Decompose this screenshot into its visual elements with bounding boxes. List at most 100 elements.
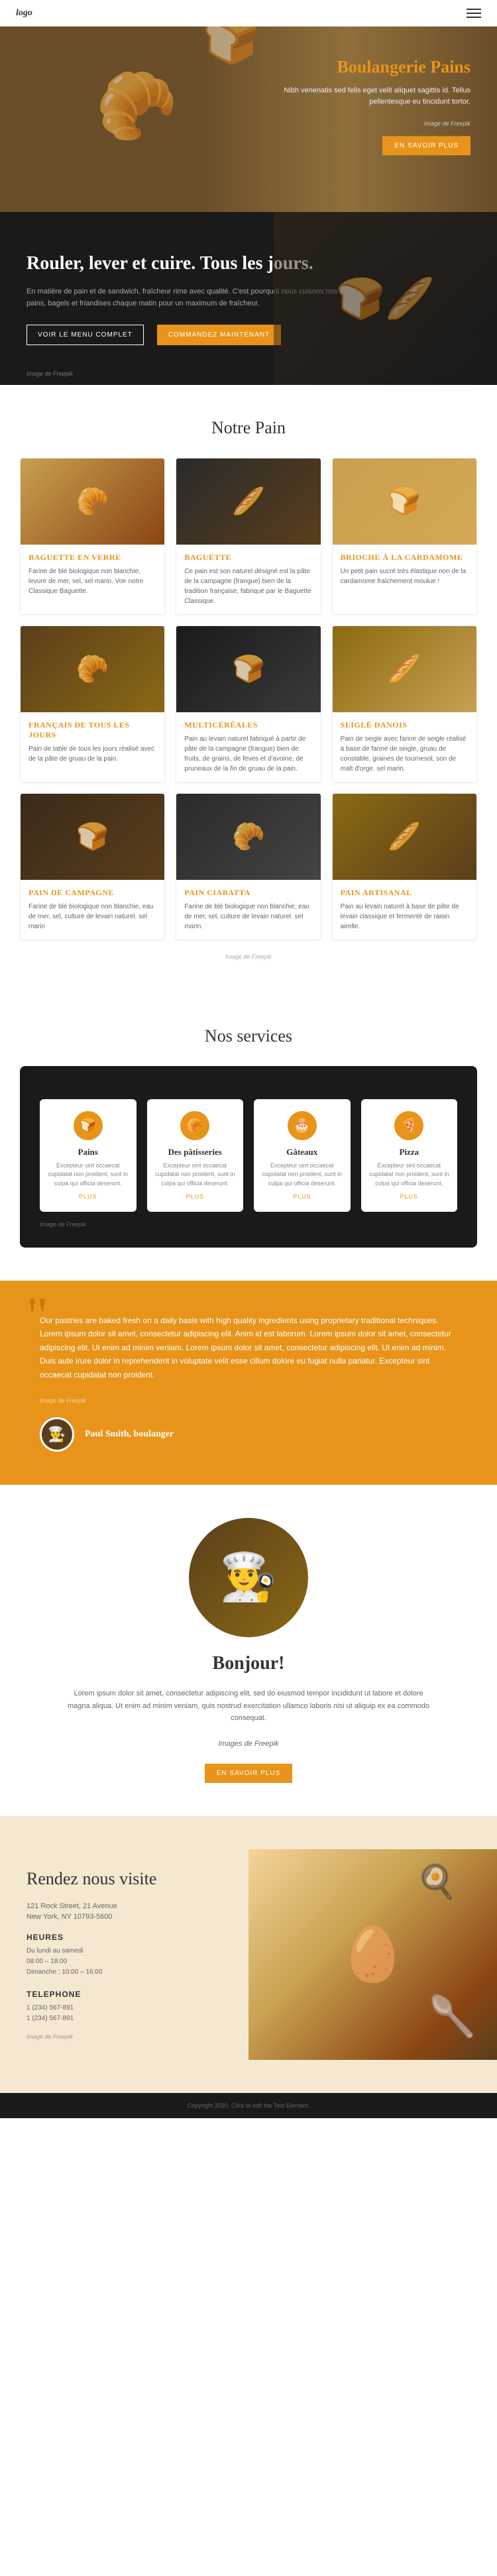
bonjour-photo: 👨‍🍳 [189, 1518, 308, 1637]
notre-pain-title: Notre Pain [20, 418, 477, 438]
service-link[interactable]: PLUS [155, 1193, 236, 1200]
bread-card-text: Un petit pain sucré très élastique non d… [341, 566, 469, 586]
rendez-address-1: 121 Rock Street, 21 Avenue [27, 1902, 222, 1910]
bread-card-image: 🥖 [333, 794, 476, 880]
bread-card-text: Pain de table de tous les jours réalisé … [28, 744, 156, 764]
dark-banner-image: 🍞🥖 [274, 212, 497, 385]
heures-detail-3: Dimanche : 10:00 – 16:00 [27, 1967, 222, 1978]
bread-card-text: Farine de blé biologique non blanchie, e… [184, 902, 312, 932]
service-card: 🥐 Des pâtisseries Excepteur sint occaeca… [147, 1099, 244, 1212]
logo: logo [16, 8, 32, 19]
testimonial-section: " Our pastries are baked fresh on a dail… [0, 1281, 497, 1485]
bread-card-image: 🥖 [333, 626, 476, 712]
bonjour-credit: Images de Freepik [63, 1738, 434, 1750]
heures-detail-2: 08:00 – 18:00 [27, 1957, 222, 1967]
order-now-button[interactable]: COMMANDEZ MAINTENANT [157, 325, 281, 345]
bread-card: 🍞 Brioche à la Cardamome Un petit pain s… [332, 458, 477, 615]
bread-card: 🥖 Baguette Ce pain est son naturel désig… [176, 458, 321, 615]
bonjour-title: Bonjour! [63, 1653, 434, 1674]
quote-mark: " [27, 1301, 48, 1332]
telephone-1: 1 (234) 567-891 [27, 2003, 222, 2013]
services-grid: 🍞 Pains Excepteur sint occaecat cupidata… [40, 1099, 457, 1212]
bread-card-body: Pain de Campagne Farine de blé biologiqu… [21, 880, 164, 939]
bread-card-title: Baguette en verre [28, 553, 156, 563]
bread-card-text: Farine de blé biologique non blanchie, l… [28, 566, 156, 596]
service-link[interactable]: PLUS [369, 1193, 450, 1200]
dark-banner-credit: Image de Freepik [27, 370, 73, 377]
bread-card-body: Français de Tous les Jours Pain de table… [21, 712, 164, 772]
hero-cta-button[interactable]: EN SAVOIR PLUS [382, 136, 470, 156]
service-text: Excepteur sint occaecat cupidatat non pr… [155, 1161, 236, 1189]
service-link[interactable]: PLUS [48, 1193, 129, 1200]
service-icon: 🎂 [288, 1111, 317, 1140]
bonjour-content: 👨‍🍳 Bonjour! Lorem ipsum dolor sit amet,… [63, 1518, 434, 1783]
service-title: Pizza [369, 1147, 450, 1157]
nos-services-title: Nos services [20, 1026, 477, 1046]
bread-card-body: Baguette en verre Farine de blé biologiq… [21, 545, 164, 604]
bread-card-title: Français de Tous les Jours [28, 720, 156, 740]
bread-card-text: Pain au levain naturel à base de pâte de… [341, 902, 469, 932]
service-title: Gâteaux [262, 1147, 343, 1157]
nos-services-section: Nos services 🍞 Pains Excepteur sint occa… [0, 993, 497, 1281]
bread-card-body: Pain Ciabatta Farine de blé biologique n… [176, 880, 320, 939]
navbar: logo [0, 0, 497, 27]
service-icon: 🍕 [394, 1111, 423, 1140]
bread-grid: 🥐 Baguette en verre Farine de blé biolog… [20, 458, 477, 940]
bread-card-title: Brioche à la Cardamome [341, 553, 469, 563]
footer: Copyright 2020. Click to edit the Text E… [0, 2093, 497, 2118]
service-text: Excepteur sint occaecat cupidatat non pr… [262, 1161, 343, 1189]
services-credit: Image de Freepik [40, 1221, 457, 1228]
telephone-2: 1 (234) 567-891 [27, 2013, 222, 2024]
rendez-inner: Rendez nous visite 121 Rock Street, 21 A… [0, 1849, 497, 2060]
bread-card: 🥐 Pain Ciabatta Farine de blé biologique… [176, 793, 321, 940]
hero-section: 🥐 🍞 Boulangerie Pains Nibh venenatis sed… [0, 0, 497, 212]
footer-text: Copyright 2020. Click to edit the Text E… [20, 2102, 477, 2109]
bread-card-text: Pain au levain naturel fabriqué à partir… [184, 734, 312, 774]
rendez-title: Rendez nous visite [27, 1869, 222, 1889]
rendez-right: 🥚 🥄 🍳 [248, 1849, 497, 2060]
service-text: Excepteur sint occaecat cupidatat non pr… [369, 1161, 450, 1189]
bread-card-image: 🥐 [21, 458, 164, 545]
service-link[interactable]: PLUS [262, 1193, 343, 1200]
bread-card-image: 🥐 [21, 626, 164, 712]
author-info: Paul Smith, boulanger [85, 1429, 174, 1440]
view-menu-button[interactable]: VOIR LE MENU COMPLET [27, 325, 144, 345]
heures-label: HEURES [27, 1933, 222, 1942]
dark-banner-section: 🍞🥖 Rouler, lever et cuire. Tous les jour… [0, 212, 497, 385]
bonjour-section: 👨‍🍳 Bonjour! Lorem ipsum dolor sit amet,… [0, 1485, 497, 1816]
author-name: Paul Smith, boulanger [85, 1429, 174, 1440]
bread-card: 🥐 Baguette en verre Farine de blé biolog… [20, 458, 165, 615]
rendez-visite-section: Rendez nous visite 121 Rock Street, 21 A… [0, 1816, 497, 2093]
service-icon: 🥐 [180, 1111, 209, 1140]
bread-card-image: 🍞 [176, 626, 320, 712]
bread-card-body: Brioche à la Cardamome Un petit pain suc… [333, 545, 476, 594]
author-avatar: 👨‍🍳 [40, 1417, 74, 1452]
service-title: Des pâtisseries [155, 1147, 236, 1157]
bread-card-body: Multicéréales Pain au levain naturel fab… [176, 712, 320, 782]
bread-card: 🍞 Pain de Campagne Farine de blé biologi… [20, 793, 165, 940]
hero-content: Boulangerie Pains Nibh venenatis sed fel… [258, 56, 470, 155]
service-icon: 🍞 [74, 1111, 103, 1140]
hamburger-menu[interactable] [467, 9, 481, 18]
bread-card-title: Pain Artisanal [341, 888, 469, 898]
service-text: Excepteur sint occaecat cupidatat non pr… [48, 1161, 129, 1189]
bread-card: 🍞 Multicéréales Pain au levain naturel f… [176, 625, 321, 782]
testimonial-author: 👨‍🍳 Paul Smith, boulanger [40, 1417, 457, 1452]
bread-card-text: Farine de blé biologique non blanchie, e… [28, 902, 156, 932]
testimonial-text: Our pastries are baked fresh on a daily … [40, 1314, 457, 1381]
notre-pain-credit: Image de Freepik [20, 953, 477, 960]
testimonial-credit: Image de Freepik [40, 1397, 457, 1404]
bonjour-cta-button[interactable]: EN SAVOIR PLUS [205, 1764, 293, 1783]
rendez-image: 🥚 🥄 🍳 [248, 1849, 497, 2060]
bread-card-text: Pain de seigle avec farine de seigle réa… [341, 734, 469, 774]
bread-card-body: Pain Artisanal Pain au levain naturel à … [333, 880, 476, 939]
bread-card: 🥖 Seiglé Danois Pain de seigle avec fari… [332, 625, 477, 782]
bread-card-image: 🍞 [333, 458, 476, 545]
service-card: 🍕 Pizza Excepteur sint occaecat cupidata… [361, 1099, 458, 1212]
bread-card-body: Seiglé Danois Pain de seigle avec farine… [333, 712, 476, 782]
bread-card-text: Ce pain est son naturel désigné est la p… [184, 566, 312, 606]
service-card: 🍞 Pains Excepteur sint occaecat cupidata… [40, 1099, 137, 1212]
bread-card: 🥖 Pain Artisanal Pain au levain naturel … [332, 793, 477, 940]
rendez-credit: Image de Freepik [27, 2033, 222, 2040]
service-title: Pains [48, 1147, 129, 1157]
